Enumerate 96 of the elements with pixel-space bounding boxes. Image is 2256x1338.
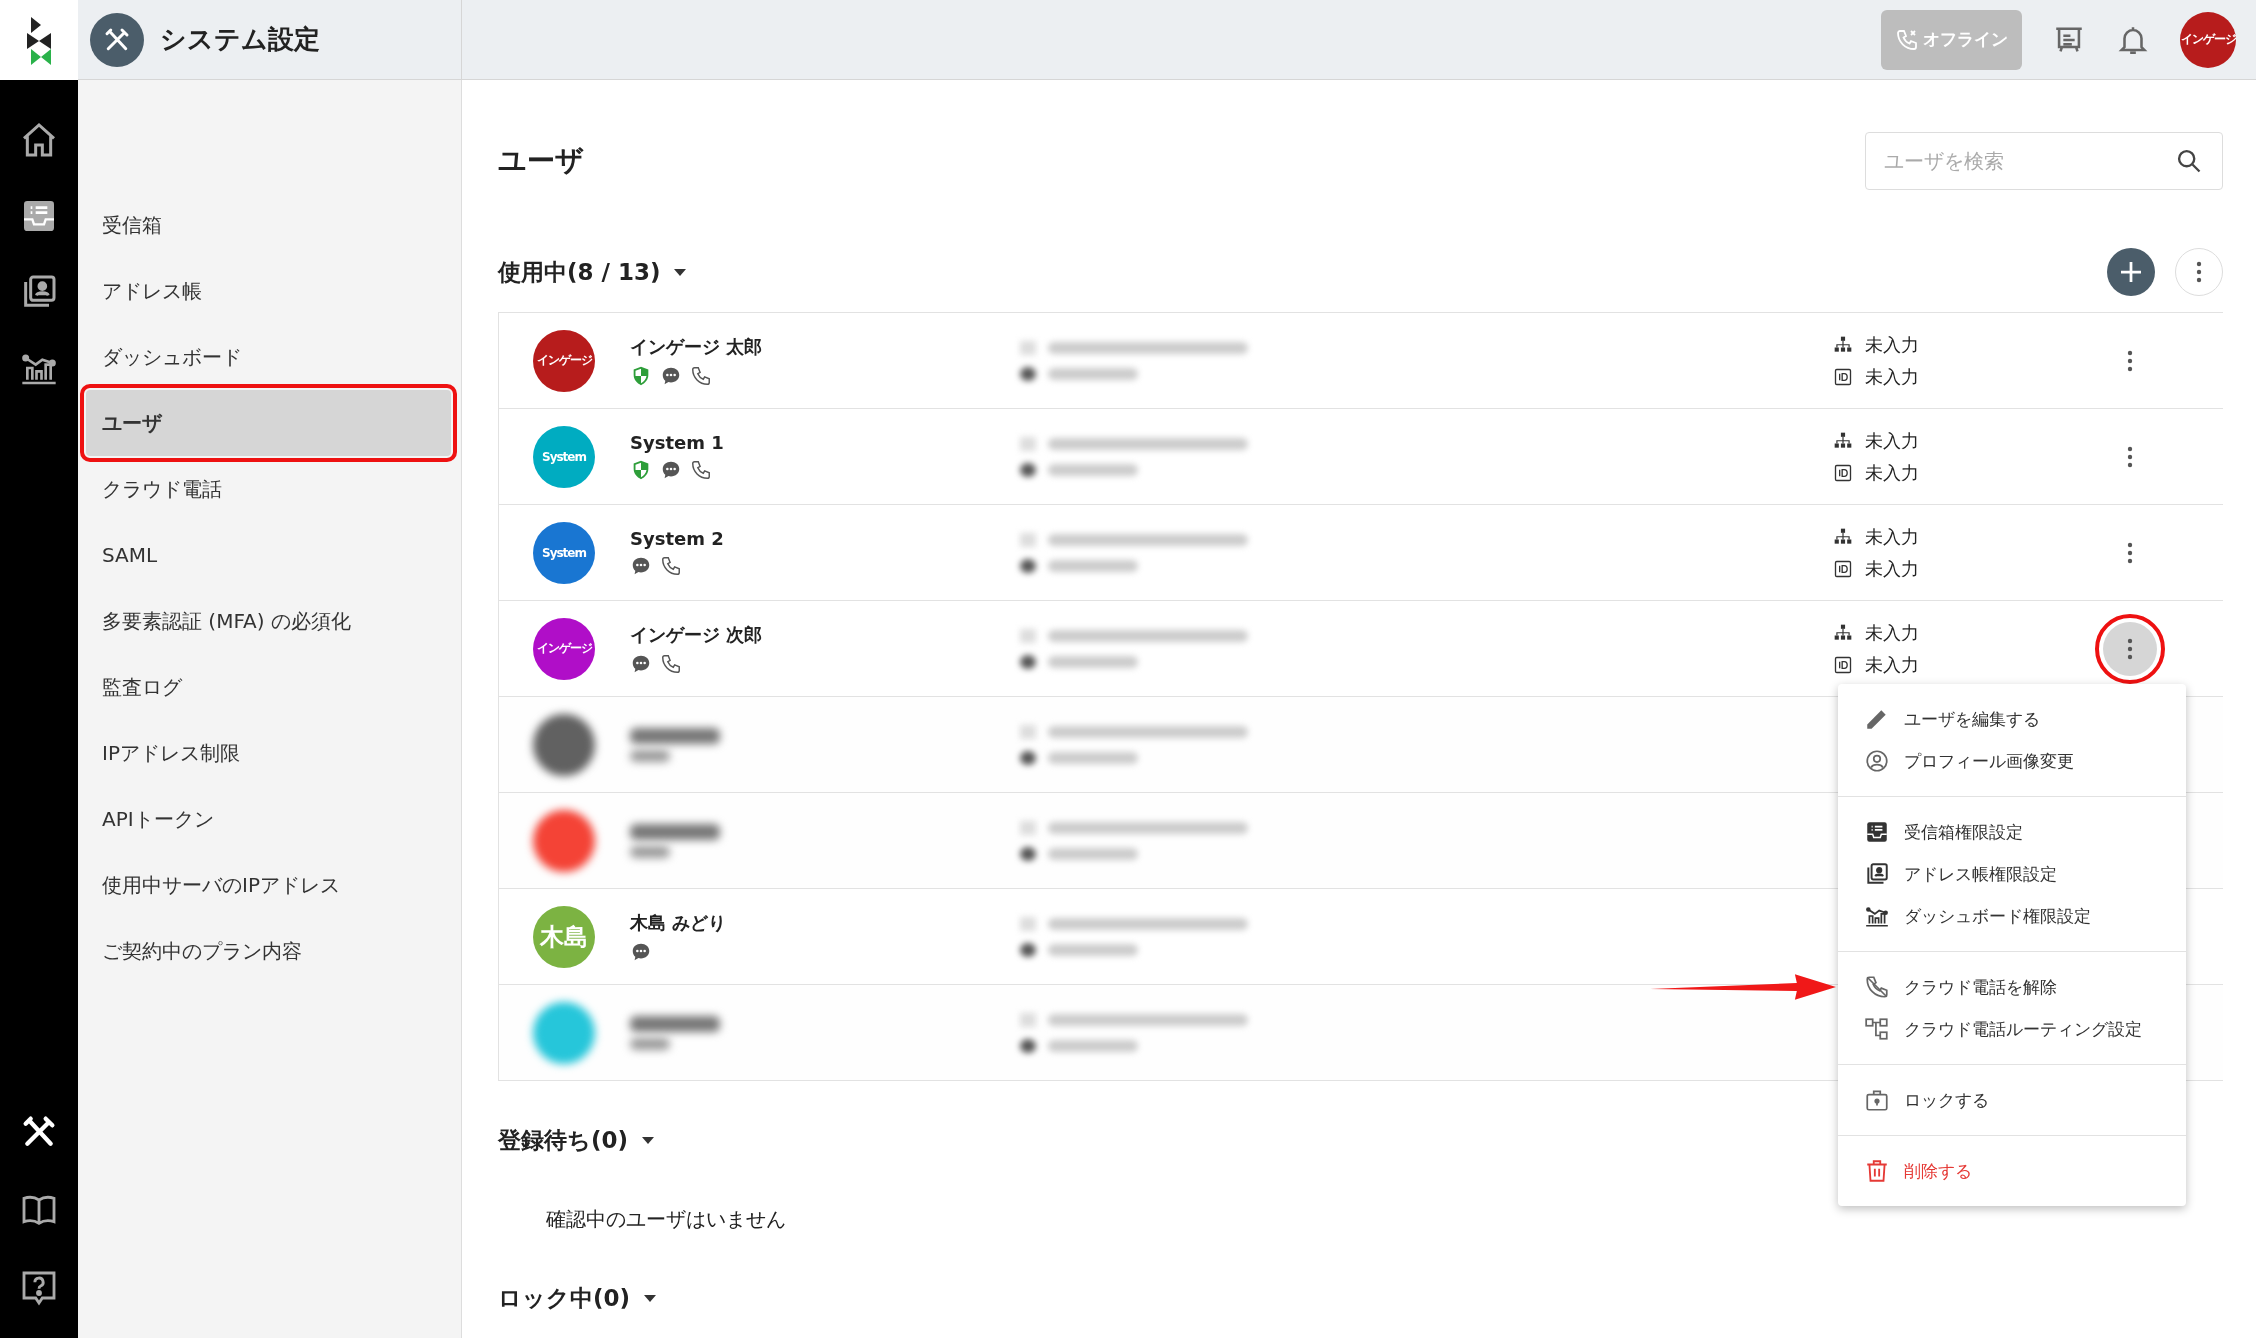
section-heading: ユーザ: [498, 143, 584, 179]
section-toggle[interactable]: ロック中(0): [498, 1283, 2223, 1314]
user-name: インゲージ 太郎: [630, 334, 764, 359]
sidebar-item[interactable]: クラウド電話: [78, 456, 461, 522]
phone-slash-icon: [1864, 974, 1890, 1000]
kebab-icon: [2127, 445, 2133, 468]
menu-item[interactable]: クラウド電話を解除: [1838, 966, 2186, 1008]
kebab-icon: [2127, 349, 2133, 372]
sidebar-item[interactable]: アドレス帳: [78, 258, 461, 324]
blurred-icon: [1020, 366, 1036, 381]
chat-icon: [660, 459, 682, 481]
blurred-icon: [1020, 724, 1036, 739]
employee-id-text: 未入力: [1865, 556, 1919, 581]
menu-item[interactable]: クラウド電話ルーティング設定: [1838, 1008, 2186, 1050]
menu-item[interactable]: ダッシュボード権限設定: [1838, 895, 2186, 937]
user-name: 木島 みどり: [630, 910, 728, 935]
phone-icon: [690, 459, 712, 481]
phone-icon: [660, 555, 682, 577]
blurred-icon: [1020, 628, 1036, 643]
blurred-icon: [1020, 462, 1036, 477]
phone-icon: [690, 364, 712, 387]
app-logo[interactable]: [0, 0, 78, 80]
sidebar-item[interactable]: 監査ログ: [78, 654, 461, 720]
org-chart-icon: [1833, 526, 1853, 547]
employee-id-text: 未入力: [1865, 652, 1919, 677]
kebab-icon: [2127, 541, 2133, 564]
section-toggle[interactable]: 使用中(8 / 13): [498, 256, 687, 288]
user-avatar: System: [533, 425, 595, 488]
sidebar-item[interactable]: ダッシュボード: [78, 324, 461, 390]
blurred-icon: [1020, 1038, 1036, 1053]
user-avatar: System: [533, 521, 595, 584]
employee-id-text: 未入力: [1865, 460, 1919, 485]
user-avatar: 木島: [533, 905, 595, 968]
menu-item[interactable]: 受信箱権限設定: [1838, 811, 2186, 853]
menu-item[interactable]: ロックする: [1838, 1079, 2186, 1121]
user-name: System 1: [630, 432, 725, 453]
plus-icon: [2121, 262, 2141, 282]
department-text: 未入力: [1865, 524, 1919, 549]
phone-x-icon: [1895, 27, 1919, 52]
sidebar-item[interactable]: ご契約中のプラン内容: [78, 918, 461, 984]
chat-icon: [630, 555, 652, 577]
id-icon: [1833, 366, 1853, 387]
blurred-icon: [1020, 532, 1036, 547]
department-text: 未入力: [1865, 428, 1919, 453]
user-avatar: インゲージ: [533, 617, 595, 680]
org-chart-icon: [1833, 430, 1853, 451]
sidebar-item[interactable]: 受信箱: [78, 192, 461, 258]
blurred-icon: [1020, 750, 1036, 765]
blurred-icon: [1020, 846, 1036, 861]
id-icon: [1833, 654, 1853, 675]
blurred-icon: [1020, 916, 1036, 931]
search-field[interactable]: ユーザを検索: [1865, 132, 2223, 190]
department-text: 未入力: [1865, 620, 1919, 645]
id-icon: [1833, 558, 1853, 579]
sidebar-item[interactable]: 使用中サーバのIPアドレス: [78, 852, 461, 918]
blurred-text: [630, 1037, 670, 1050]
blurred-icon: [1020, 942, 1036, 957]
kebab-icon: [2127, 637, 2133, 660]
blurred-icon: [1020, 820, 1036, 835]
empty-message: 確認中のユーザはいません: [546, 1206, 787, 1233]
blurred-icon: [1020, 558, 1036, 573]
lock-icon: [1864, 1087, 1890, 1113]
blurred-icon: [1020, 436, 1036, 451]
sidebar-item[interactable]: 多要素認証 (MFA) の必須化: [78, 588, 461, 654]
blurred-icon: [1020, 340, 1036, 355]
more-button[interactable]: [2175, 248, 2223, 296]
trash-icon: [1864, 1158, 1890, 1184]
org-chart-icon: [1833, 334, 1853, 355]
sidebar-item[interactable]: SAML: [78, 522, 461, 588]
blurred-text: [630, 749, 670, 762]
employee-id-text: 未入力: [1865, 364, 1919, 389]
sidebar-item[interactable]: APIトークン: [78, 786, 461, 852]
org-chart-icon: [1833, 622, 1853, 643]
menu-item[interactable]: アドレス帳権限設定: [1838, 853, 2186, 895]
department-text: 未入力: [1865, 332, 1919, 357]
page-title: システム設定: [160, 23, 320, 56]
menu-item[interactable]: ユーザを編集する: [1838, 698, 2186, 740]
add-button[interactable]: [2107, 248, 2155, 296]
blurred-text: [630, 845, 670, 858]
contact-card-icon: [1864, 861, 1890, 887]
user-name: インゲージ 次郎: [630, 622, 764, 647]
user-avatar: インゲージ: [533, 329, 595, 392]
routing-icon: [1864, 1016, 1890, 1042]
blurred-icon: [1020, 654, 1036, 669]
search-icon[interactable]: [2175, 147, 2203, 175]
id-icon: [1833, 462, 1853, 483]
menu-item[interactable]: プロフィール画像変更: [1838, 740, 2186, 782]
user-avatar[interactable]: インゲージ: [2180, 11, 2236, 68]
tools-icon: [90, 12, 144, 67]
user-name: System 2: [630, 528, 725, 549]
blurred-icon: [1020, 1012, 1036, 1027]
inbox-icon: [1864, 819, 1890, 845]
sidebar-item[interactable]: IPアドレス制限: [78, 720, 461, 786]
profile-icon: [1864, 748, 1890, 774]
kebab-icon: [2196, 261, 2202, 283]
phone-icon: [660, 652, 682, 675]
